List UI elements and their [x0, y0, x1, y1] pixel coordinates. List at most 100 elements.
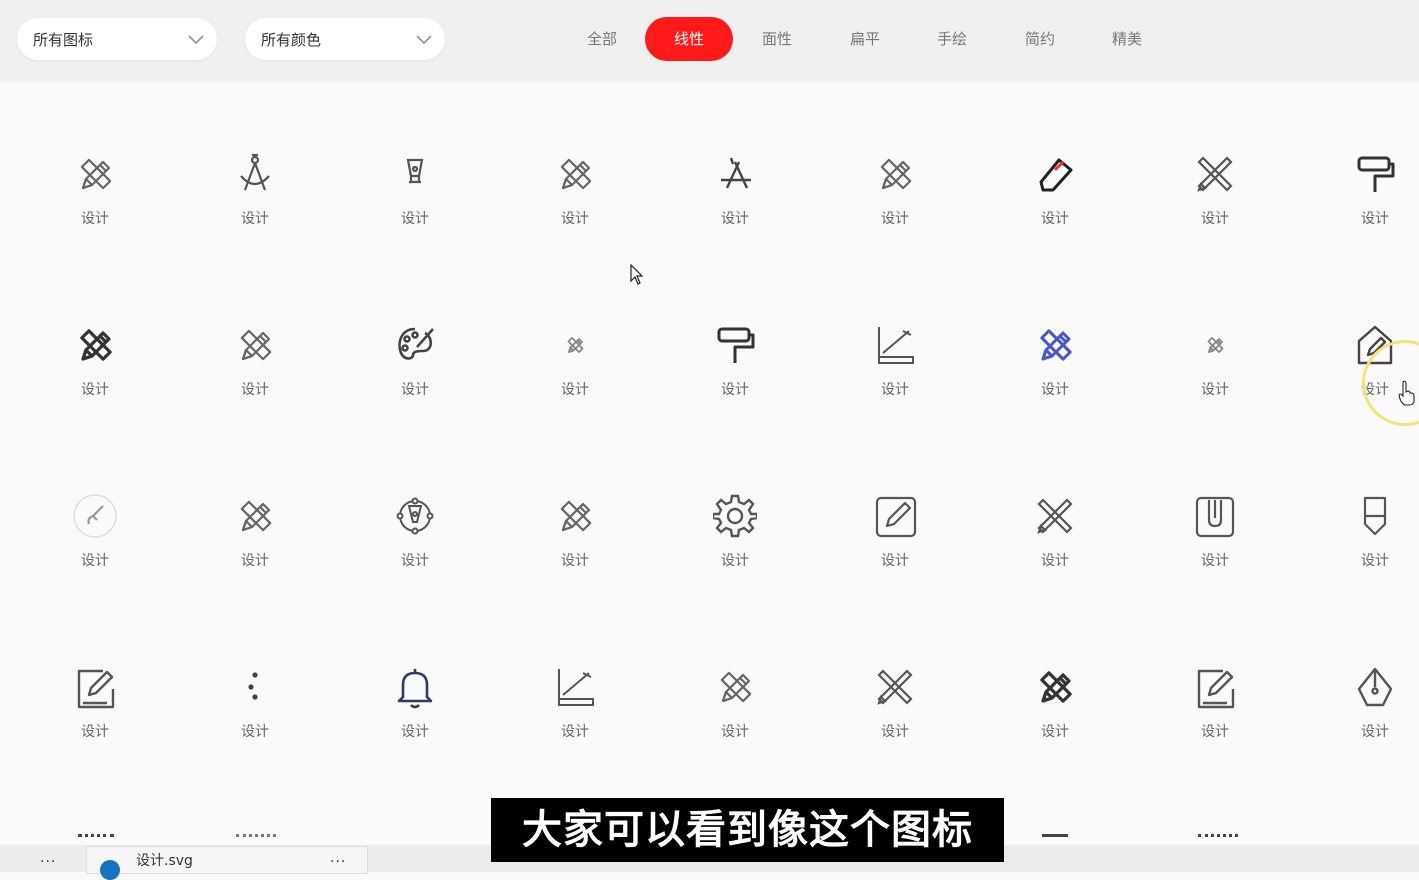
icon-card[interactable]: 设计	[1315, 152, 1419, 282]
pencil-ruler-icon	[560, 158, 592, 190]
icon-card[interactable]: 设计	[35, 323, 155, 453]
icon-card[interactable]: 设计	[195, 323, 315, 453]
tab-flat[interactable]: 扁平	[835, 17, 895, 61]
taskbar-item-more[interactable]: ...	[330, 850, 346, 866]
pencil-ruler-icon	[240, 500, 272, 532]
tab-all[interactable]: 全部	[572, 17, 632, 61]
icon-card[interactable]: 设计	[675, 152, 795, 282]
partial-icon	[236, 834, 276, 845]
eraser-pen-icon	[1039, 158, 1073, 192]
icon-card-label: 设计	[241, 724, 269, 740]
icon-card-label: 设计	[241, 211, 269, 227]
tab-simple[interactable]: 简约	[1010, 17, 1070, 61]
edit-note-icon	[77, 669, 115, 709]
icon-card[interactable]: 设计	[35, 494, 155, 624]
icon-card-label: 设计	[241, 553, 269, 569]
icon-card[interactable]: 设计	[675, 494, 795, 624]
tab-filled[interactable]: 面性	[747, 17, 807, 61]
pencil-ruler-blue-icon	[1040, 329, 1072, 361]
icon-card-label: 设计	[1361, 553, 1389, 569]
icon-card[interactable]: 设计	[1155, 323, 1275, 453]
tab-exquisite[interactable]: 精美	[1097, 17, 1157, 61]
pencil-ruler-bold-icon	[80, 329, 112, 361]
icon-card-label: 设计	[721, 724, 749, 740]
icon-card[interactable]: 设计	[515, 323, 635, 453]
icon-card-label: 设计	[721, 382, 749, 398]
pen-nib-shape-icon	[1357, 667, 1393, 707]
icon-card[interactable]: 设计	[355, 323, 475, 453]
icon-card[interactable]: 设计	[995, 494, 1115, 624]
icon-card-label: 设计	[881, 211, 909, 227]
icon-card-label: 设计	[721, 211, 749, 227]
icon-card[interactable]: 设计	[355, 494, 475, 624]
icon-card[interactable]: 设计	[1155, 665, 1275, 795]
icon-card[interactable]: 设计	[515, 665, 635, 795]
icon-card[interactable]: 设计	[195, 494, 315, 624]
icon-card[interactable]: 设计	[675, 323, 795, 453]
taskbar-more[interactable]: ...	[40, 850, 56, 866]
icon-card-label: 设计	[1041, 382, 1069, 398]
icon-card[interactable]: 设计	[835, 665, 955, 795]
icon-card[interactable]: 设计	[835, 323, 955, 453]
icon-card[interactable]: 设计	[515, 494, 635, 624]
icon-card[interactable]: 设计	[995, 323, 1115, 453]
icon-card[interactable]: 设计	[835, 494, 955, 624]
icon-type-select-value: 所有图标	[33, 31, 94, 49]
icon-card-label: 设计	[1201, 724, 1229, 740]
video-subtitle: 大家可以看到像这个图标	[491, 798, 1004, 862]
icon-card-label: 设计	[81, 553, 109, 569]
icon-card-label: 设计	[1361, 724, 1389, 740]
pen-tool-nodes-icon	[396, 497, 434, 535]
icon-card[interactable]: 设计	[995, 665, 1115, 795]
icon-card-label: 设计	[721, 553, 749, 569]
pencil-ruler-icon	[720, 671, 752, 703]
icon-card[interactable]: 设计	[1315, 665, 1419, 795]
icon-card[interactable]: 设计	[195, 152, 315, 282]
icon-card-label: 设计	[1041, 211, 1069, 227]
gear-icon	[713, 494, 757, 538]
icon-card-label: 设计	[881, 553, 909, 569]
ruler-pencil-chart-icon	[558, 669, 594, 706]
icon-card-label: 设计	[881, 382, 909, 398]
taskbar-download-item[interactable]	[86, 846, 368, 874]
tab-hand-drawn[interactable]: 手绘	[922, 17, 982, 61]
icon-card[interactable]: 设计	[355, 665, 475, 795]
tab-linear[interactable]: 线性	[645, 17, 733, 61]
brush-circle-icon	[73, 494, 117, 538]
icon-card[interactable]: 设计	[35, 665, 155, 795]
edge-browser-icon	[100, 860, 120, 880]
partial-icon	[78, 834, 114, 845]
mouse-cursor-icon	[630, 264, 644, 285]
icon-card[interactable]: 设计	[835, 152, 955, 282]
icon-card[interactable]: 设计	[35, 152, 155, 282]
edit-square-icon	[875, 496, 917, 538]
icon-card[interactable]: 设计	[1315, 494, 1419, 624]
icon-card-label: 设计	[1201, 211, 1229, 227]
pencil-ruler-icon	[560, 500, 592, 532]
icon-card-label: 设计	[561, 382, 589, 398]
pencil-ruler-small-icon	[1207, 337, 1224, 353]
icon-card-label: 设计	[1201, 553, 1229, 569]
paint-roller-icon	[1357, 156, 1395, 192]
color-select[interactable]: 所有颜色	[245, 18, 445, 60]
pen-marker-icon	[1363, 496, 1387, 536]
icon-card[interactable]: 设计	[995, 152, 1115, 282]
icon-card[interactable]: 设计	[675, 665, 795, 795]
icon-card[interactable]: 设计	[195, 665, 315, 795]
icon-card[interactable]: 设计	[515, 152, 635, 282]
icon-type-select[interactable]: 所有图标	[17, 18, 217, 60]
paint-roller-icon	[717, 327, 755, 363]
pencil-ruler-small-icon	[567, 337, 584, 353]
icon-card[interactable]: 设计	[1155, 152, 1275, 282]
icon-card[interactable]: 设计	[1155, 494, 1275, 624]
icon-card[interactable]: 设计	[355, 152, 475, 282]
pencil-ruler-bold-icon	[1040, 671, 1072, 703]
bell-icon	[397, 669, 433, 709]
pencil-ruler-cross-icon	[877, 669, 913, 705]
palette-icon	[398, 327, 434, 360]
icon-card-label: 设计	[1201, 382, 1229, 398]
taskbar-file-name: 设计.svg	[136, 853, 193, 869]
icon-card-label: 设计	[561, 553, 589, 569]
pencil-ruler-icon	[80, 158, 112, 190]
dots-icon	[248, 672, 258, 700]
